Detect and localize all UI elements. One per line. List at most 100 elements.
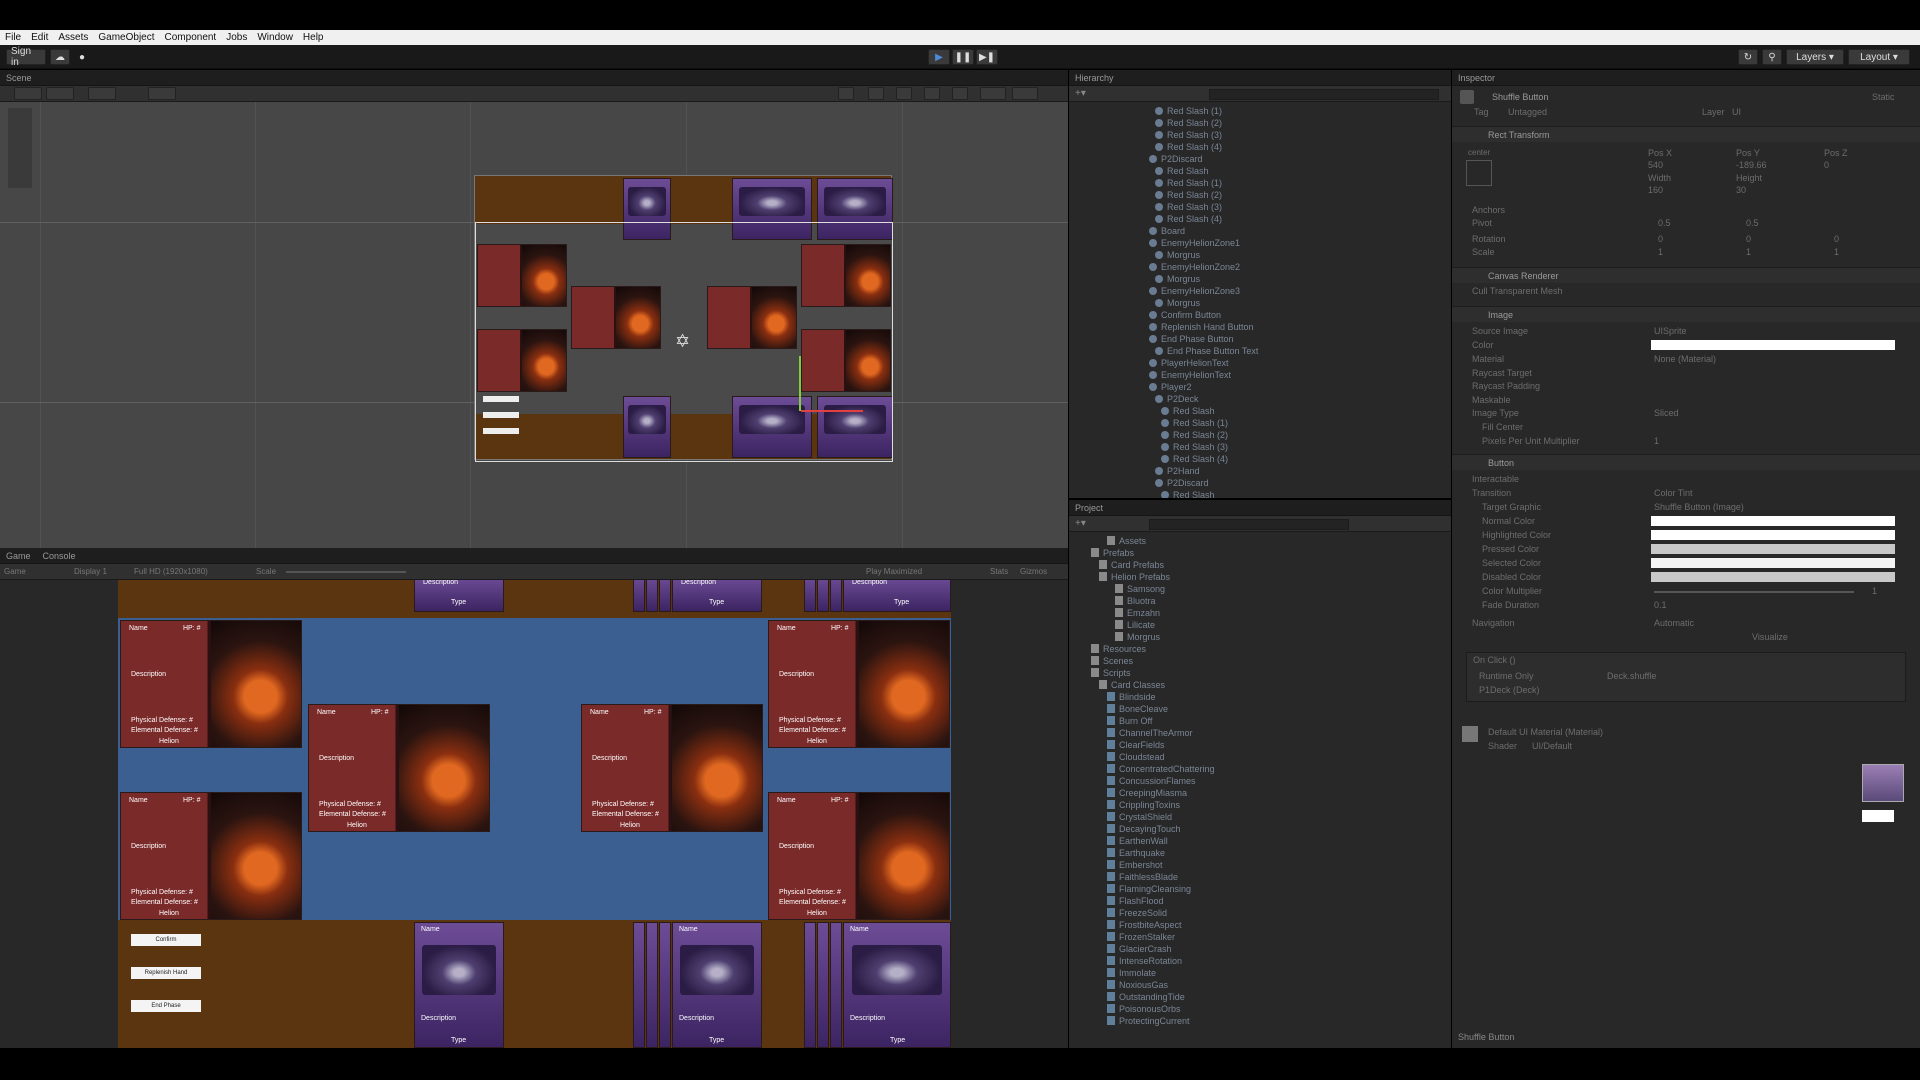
width-field[interactable]: 160 (1648, 185, 1663, 196)
hierarchy-item[interactable]: Confirm Button (1149, 310, 1221, 322)
image-header[interactable]: Image (1452, 306, 1920, 322)
normal-color-swatch[interactable] (1651, 516, 1895, 526)
highlighted-color-swatch[interactable] (1651, 530, 1895, 540)
pivot-button[interactable] (88, 87, 116, 100)
menu-help[interactable]: Help (298, 32, 329, 43)
height-field[interactable]: 30 (1736, 185, 1746, 196)
scale-y-field[interactable]: 1 (1746, 247, 1751, 258)
replenish-hand-button[interactable]: Replenish Hand (131, 967, 201, 979)
hierarchy-item[interactable]: Red Slash (4) (1155, 142, 1222, 154)
runtime-dropdown[interactable]: Runtime Only (1479, 671, 1534, 682)
canvas-renderer-header[interactable]: Canvas Renderer (1452, 267, 1920, 283)
raycast-padding-foldout[interactable]: Raycast Padding (1472, 381, 1540, 392)
rotation-x-field[interactable]: 0 (1658, 234, 1663, 245)
layout-dropdown[interactable]: Layout ▾ (1848, 49, 1910, 65)
helion-card[interactable]: Name HP: # Description Physical Defense:… (120, 620, 302, 748)
rect-transform-header[interactable]: Rect Transform (1452, 126, 1920, 142)
hierarchy-item[interactable]: Red Slash (2) (1155, 118, 1222, 130)
project-item[interactable]: Resources (1091, 644, 1146, 656)
project-item[interactable]: Card Classes (1099, 680, 1165, 692)
pos-y-field[interactable]: -189.66 (1736, 160, 1767, 171)
hierarchy-item[interactable]: P2Discard (1149, 154, 1203, 166)
resolution-dropdown[interactable]: Full HD (1920x1080) (134, 567, 208, 576)
helion-card[interactable]: Name HP: # Description Physical Defense:… (308, 704, 490, 832)
stats-button[interactable]: Stats (990, 567, 1008, 576)
project-item[interactable]: Prefabs (1091, 548, 1134, 560)
card-top-1[interactable]: Description Type (414, 580, 504, 612)
tab-console[interactable]: Console (43, 551, 76, 561)
object-name-field[interactable]: Shuffle Button (1492, 92, 1548, 103)
scale-z-field[interactable]: 1 (1834, 247, 1839, 258)
project-item[interactable]: Earthquake (1107, 848, 1165, 860)
hierarchy-item[interactable]: Red Slash (1) (1155, 106, 1222, 118)
anchors-foldout[interactable]: Anchors (1472, 205, 1505, 216)
hierarchy-item[interactable]: EnemyHelionZone3 (1149, 286, 1240, 298)
pivot-x-field[interactable]: 0.5 (1658, 218, 1671, 229)
hand-card[interactable]: Name Description Type (672, 922, 762, 1048)
project-item[interactable]: ConcussionFlames (1107, 776, 1196, 788)
color-multiplier-field[interactable]: 1 (1872, 586, 1877, 597)
2d-toggle[interactable] (868, 87, 884, 100)
project-item[interactable]: IntenseRotation (1107, 956, 1182, 968)
menu-edit[interactable]: Edit (26, 32, 53, 43)
display-dropdown[interactable]: Display 1 (74, 567, 107, 576)
project-item[interactable]: Scenes (1091, 656, 1133, 668)
hierarchy-item[interactable]: Replenish Hand Button (1149, 322, 1254, 334)
pivot-y-field[interactable]: 0.5 (1746, 218, 1759, 229)
project-item[interactable]: NoxiousGas (1107, 980, 1168, 992)
game-view-dropdown[interactable]: Game (4, 567, 26, 576)
hand-card[interactable]: Name Description Type (414, 922, 504, 1048)
project-item[interactable]: Morgrus (1115, 632, 1160, 644)
project-item[interactable]: BoneCleave (1107, 704, 1168, 716)
project-item[interactable]: ConcentratedChattering (1107, 764, 1215, 776)
audio-icon[interactable] (924, 87, 940, 100)
project-item[interactable]: Burn Off (1107, 716, 1152, 728)
material-section-label[interactable]: Default UI Material (Material) (1488, 727, 1603, 738)
material-field[interactable]: None (Material) (1654, 354, 1716, 365)
transition-dropdown[interactable]: Color Tint (1654, 488, 1693, 499)
pos-z-field[interactable]: 0 (1824, 160, 1829, 171)
static-toggle[interactable]: Static (1872, 92, 1895, 103)
hierarchy-item[interactable]: Red Slash (3) (1155, 202, 1222, 214)
hierarchy-search-input[interactable] (1209, 89, 1439, 100)
project-item[interactable]: Embershot (1107, 860, 1163, 872)
hierarchy-item[interactable]: Morgrus (1155, 250, 1200, 262)
hierarchy-item[interactable]: P2Deck (1155, 394, 1199, 406)
hierarchy-item[interactable]: EnemyHelionZone1 (1149, 238, 1240, 250)
effects-icon[interactable] (952, 87, 968, 100)
hierarchy-item[interactable]: EnemyHelionZone2 (1149, 262, 1240, 274)
project-item[interactable]: CreepingMiasma (1107, 788, 1187, 800)
project-item[interactable]: PoisonousOrbs (1107, 1004, 1181, 1016)
ppu-field[interactable]: 1 (1654, 436, 1659, 447)
orbit-icon[interactable] (838, 87, 854, 100)
hierarchy-item[interactable]: Morgrus (1155, 298, 1200, 310)
project-item[interactable]: FrozenStalker (1107, 932, 1175, 944)
hierarchy-item[interactable]: Red Slash (4) (1161, 454, 1228, 466)
hierarchy-item[interactable]: End Phase Button (1149, 334, 1234, 346)
anchor-preset-button[interactable] (1466, 160, 1492, 186)
color-swatch[interactable] (1651, 340, 1895, 350)
project-item[interactable]: FreezeSolid (1107, 908, 1167, 920)
helion-card[interactable]: Name HP: # Description Physical Defense:… (768, 620, 950, 748)
hierarchy-item[interactable]: Red Slash (2) (1155, 190, 1222, 202)
project-item[interactable]: ProtectingCurrent (1107, 1016, 1190, 1028)
hand-card[interactable]: Name Description Type (843, 922, 951, 1048)
function-dropdown[interactable]: Deck.shuffle (1607, 671, 1656, 682)
search-icon[interactable]: ⚲ (1762, 49, 1782, 65)
rotation-y-field[interactable]: 0 (1746, 234, 1751, 245)
add-icon[interactable]: +▾ (1075, 88, 1086, 99)
project-item[interactable]: Blindside (1107, 692, 1156, 704)
menu-component[interactable]: Component (160, 32, 222, 43)
play-mode-dropdown[interactable]: Play Maximized (866, 567, 922, 576)
project-item[interactable]: Cloudstead (1107, 752, 1165, 764)
project-item[interactable]: Assets (1107, 536, 1146, 548)
tag-dropdown[interactable]: Untagged (1508, 107, 1547, 118)
hierarchy-item[interactable]: Player2 (1149, 382, 1192, 394)
project-item[interactable]: Card Prefabs (1099, 560, 1164, 572)
helion-card[interactable]: Name HP: # Description Physical Defense:… (581, 704, 763, 832)
project-item[interactable]: Emzahn (1115, 608, 1160, 620)
hierarchy-item[interactable]: Red Slash (3) (1161, 442, 1228, 454)
project-item[interactable]: EarthenWall (1107, 836, 1168, 848)
hierarchy-item[interactable]: Red Slash (2) (1161, 430, 1228, 442)
project-item[interactable]: Samsong (1115, 584, 1165, 596)
